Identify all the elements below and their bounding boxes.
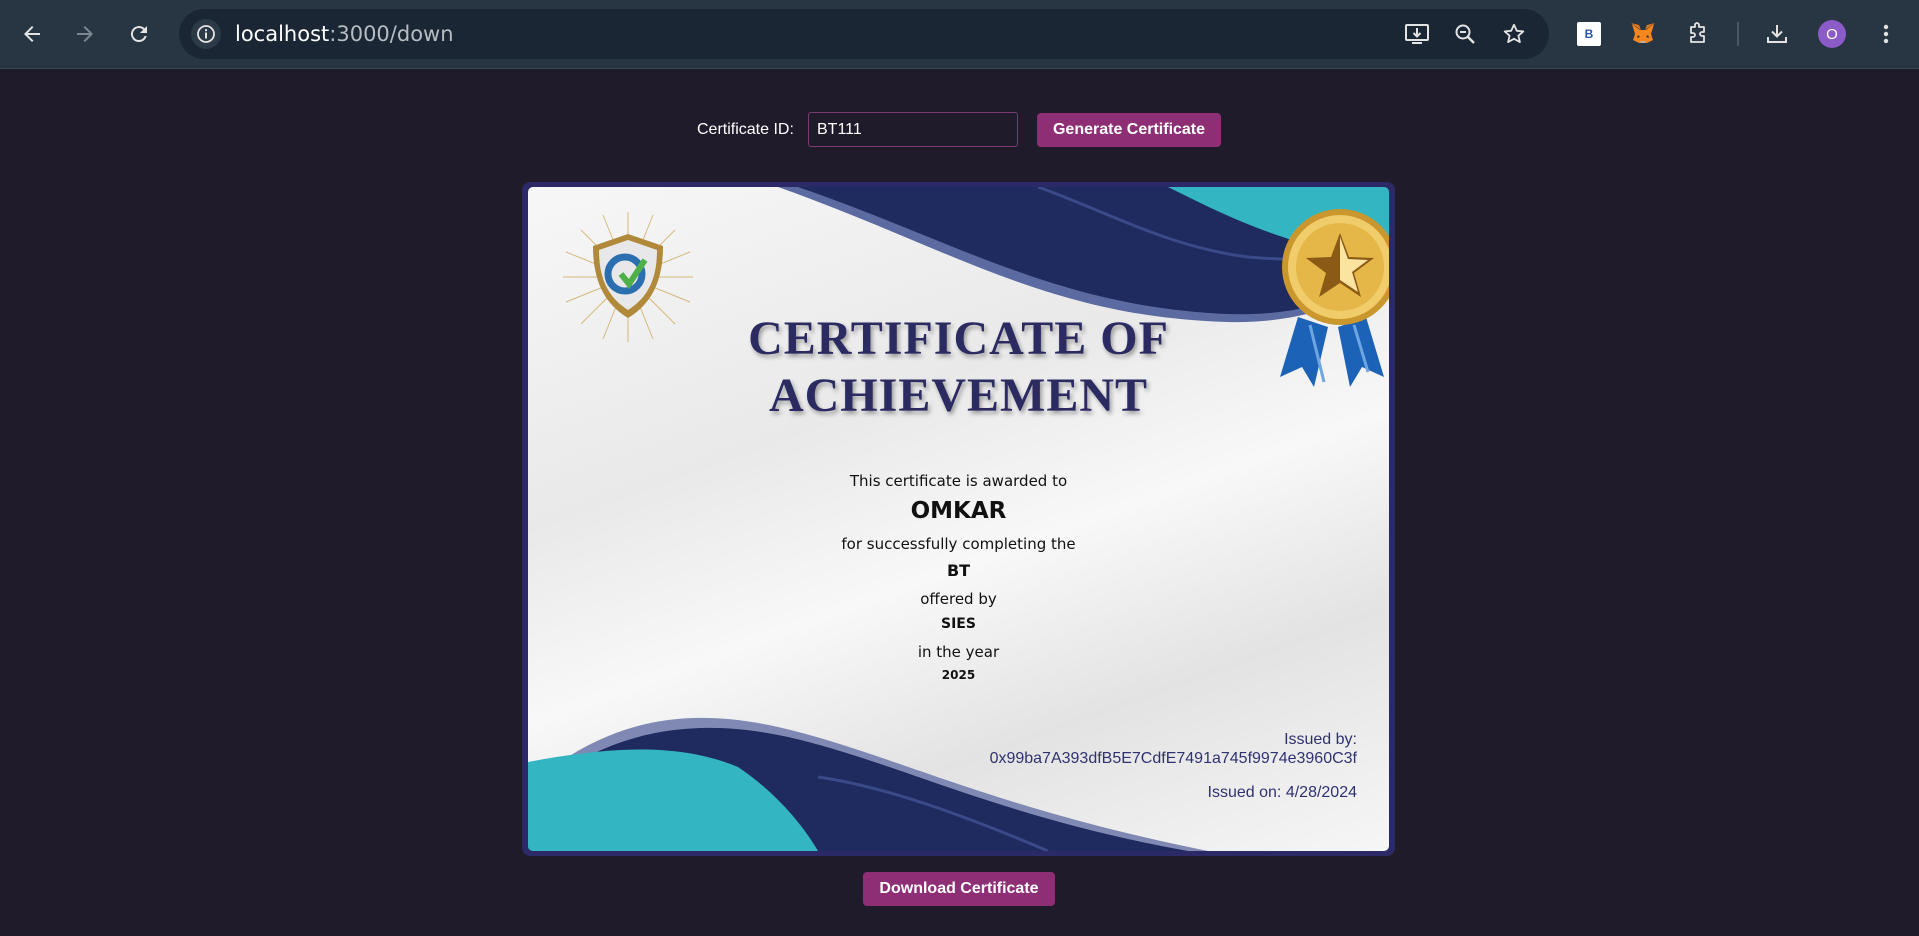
year-text: in the year: [917, 643, 1000, 661]
year-value: 2025: [941, 668, 976, 682]
extension-b-icon[interactable]: B: [1570, 15, 1608, 53]
extensions-puzzle-icon[interactable]: [1679, 15, 1717, 53]
address-bar[interactable]: localhost:3000/down: [179, 9, 1549, 59]
certificate-id-input[interactable]: [808, 112, 1018, 147]
forward-button[interactable]: [65, 12, 105, 56]
profile-initial: O: [1818, 20, 1846, 48]
download-certificate-button[interactable]: Download Certificate: [863, 872, 1055, 906]
course-name: BT: [946, 561, 971, 580]
metamask-fox-icon[interactable]: [1624, 15, 1662, 53]
toolbar-divider: [1737, 22, 1739, 46]
back-button[interactable]: [12, 12, 52, 56]
downloads-icon[interactable]: [1758, 15, 1796, 53]
browser-toolbar: localhost:3000/down B O: [0, 0, 1919, 69]
awarded-to-text: This certificate is awarded to: [849, 472, 1068, 490]
certificate-title-line1: CERTIFICATE OF: [748, 312, 1169, 365]
forward-arrow-icon: [77, 26, 93, 42]
more-menu-icon[interactable]: [1867, 15, 1905, 53]
profile-avatar[interactable]: O: [1813, 15, 1851, 53]
back-arrow-icon: [24, 26, 40, 42]
institution-name: SIES: [941, 616, 976, 632]
certificate-id-label: Certificate ID:: [697, 121, 794, 138]
completing-text: for successfully completing the: [841, 535, 1076, 553]
issued-by-label: Issued by:: [1284, 731, 1357, 748]
issuer-address: 0x99ba7A393dfB5E7CdfE7491a745f9974e3960C…: [989, 750, 1357, 767]
url-path: :3000/down: [329, 22, 454, 46]
generate-certificate-button[interactable]: Generate Certificate: [1037, 113, 1221, 147]
certificate: CERTIFICATE OF ACHIEVEMENT This certific…: [528, 187, 1389, 851]
url-text[interactable]: localhost:3000/down: [235, 22, 454, 46]
reload-icon: [130, 26, 147, 43]
install-app-icon[interactable]: [1400, 19, 1434, 49]
reload-button[interactable]: [119, 12, 159, 56]
url-host: localhost: [235, 22, 330, 46]
issued-on-date: Issued on: 4/28/2024: [1207, 784, 1357, 801]
recipient-name: OMKAR: [910, 498, 1007, 524]
zoom-icon[interactable]: [1448, 19, 1482, 49]
site-info-icon[interactable]: [191, 19, 221, 49]
offered-by-text: offered by: [920, 590, 997, 608]
certificate-frame: CERTIFICATE OF ACHIEVEMENT This certific…: [522, 182, 1395, 856]
extension-b-label: B: [1577, 22, 1601, 46]
bookmark-star-icon[interactable]: [1497, 19, 1531, 49]
certificate-title-line2: ACHIEVEMENT: [768, 369, 1149, 422]
